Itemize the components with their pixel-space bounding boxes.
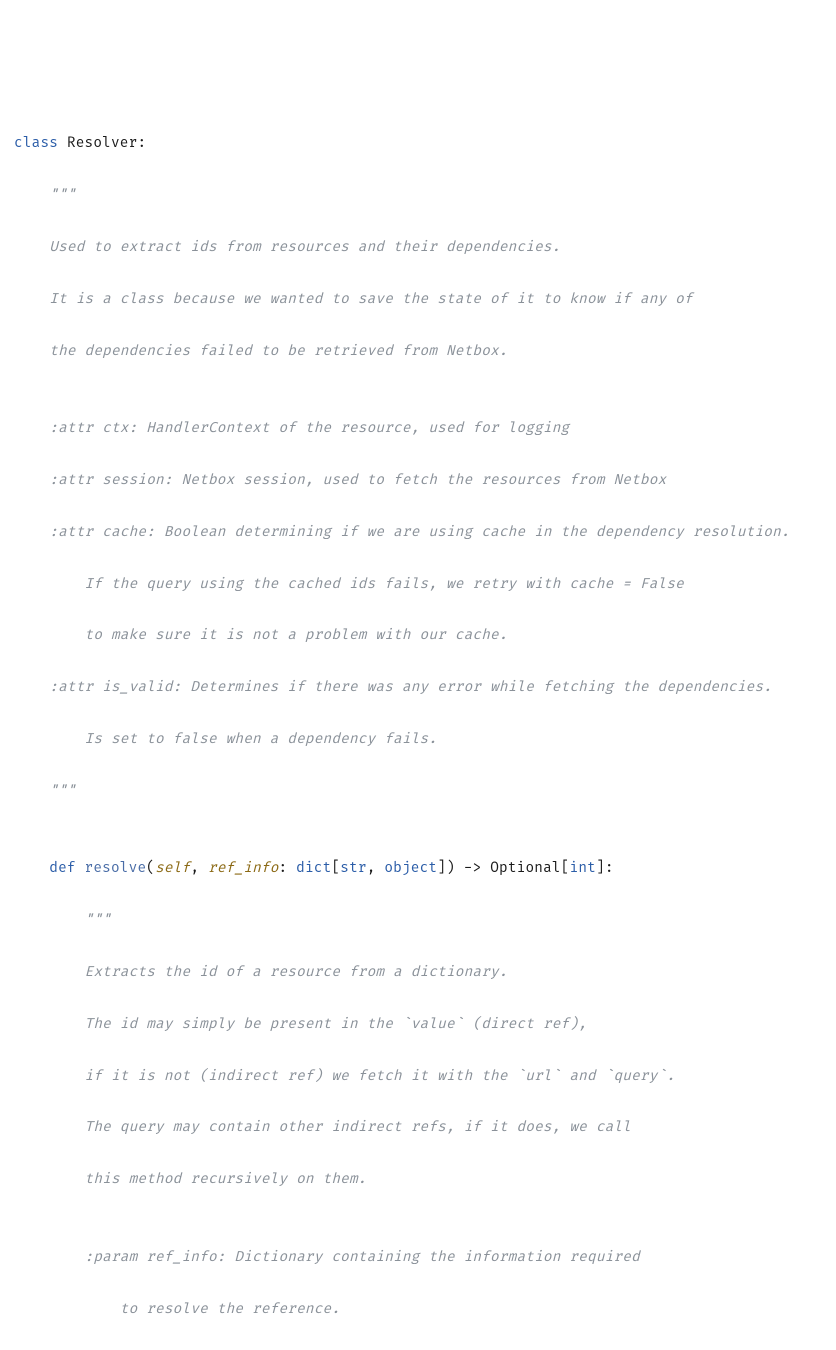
function-name: resolve <box>85 860 147 877</box>
class-name: Resolver <box>67 135 138 152</box>
docstring-attr: :attr is_valid: Determines if there was … <box>14 675 836 701</box>
keyword-class: class <box>14 135 58 152</box>
param-ref-info: ref_info <box>208 860 279 877</box>
docstring-attr: :attr session: Netbox session, used to f… <box>14 468 836 494</box>
docstring-line: Used to extract ids from resources and t… <box>14 235 836 261</box>
docstring-line: the dependencies failed to be retrieved … <box>14 339 836 365</box>
code-line: def resolve(self, ref_info: dict[str, ob… <box>14 856 836 882</box>
code-line: class Resolver: <box>14 131 836 157</box>
docstring-line: The id may simply be present in the `val… <box>14 1012 836 1038</box>
code-editor[interactable]: class Resolver: """ Used to extract ids … <box>0 104 836 1350</box>
docstring-param: :param ref_info: Dictionary containing t… <box>14 1245 836 1271</box>
type-int: int <box>570 860 596 877</box>
docstring-line: to make sure it is not a problem with ou… <box>14 623 836 649</box>
docstring-line: If the query using the cached ids fails,… <box>14 572 836 598</box>
keyword-def: def <box>49 860 75 877</box>
docstring-close: """ <box>14 779 836 805</box>
type-dict: dict <box>296 860 331 877</box>
docstring-attr: :attr cache: Boolean determining if we a… <box>14 520 836 546</box>
docstring-open: """ <box>14 183 836 209</box>
docstring-close: """ <box>14 1348 836 1350</box>
docstring-line: It is a class because we wanted to save … <box>14 287 836 313</box>
docstring-line: if it is not (indirect ref) we fetch it … <box>14 1064 836 1090</box>
docstring-line: Extracts the id of a resource from a dic… <box>14 960 836 986</box>
docstring-line: The query may contain other indirect ref… <box>14 1115 836 1141</box>
type-str: str <box>340 860 366 877</box>
docstring-line: to resolve the reference. <box>14 1297 836 1323</box>
param-self: self <box>155 860 190 877</box>
type-object: object <box>384 860 437 877</box>
docstring-line: Is set to false when a dependency fails. <box>14 727 836 753</box>
type-optional: Optional <box>490 860 561 877</box>
docstring-open: """ <box>14 908 836 934</box>
docstring-line: this method recursively on them. <box>14 1167 836 1193</box>
docstring-attr: :attr ctx: HandlerContext of the resourc… <box>14 416 836 442</box>
